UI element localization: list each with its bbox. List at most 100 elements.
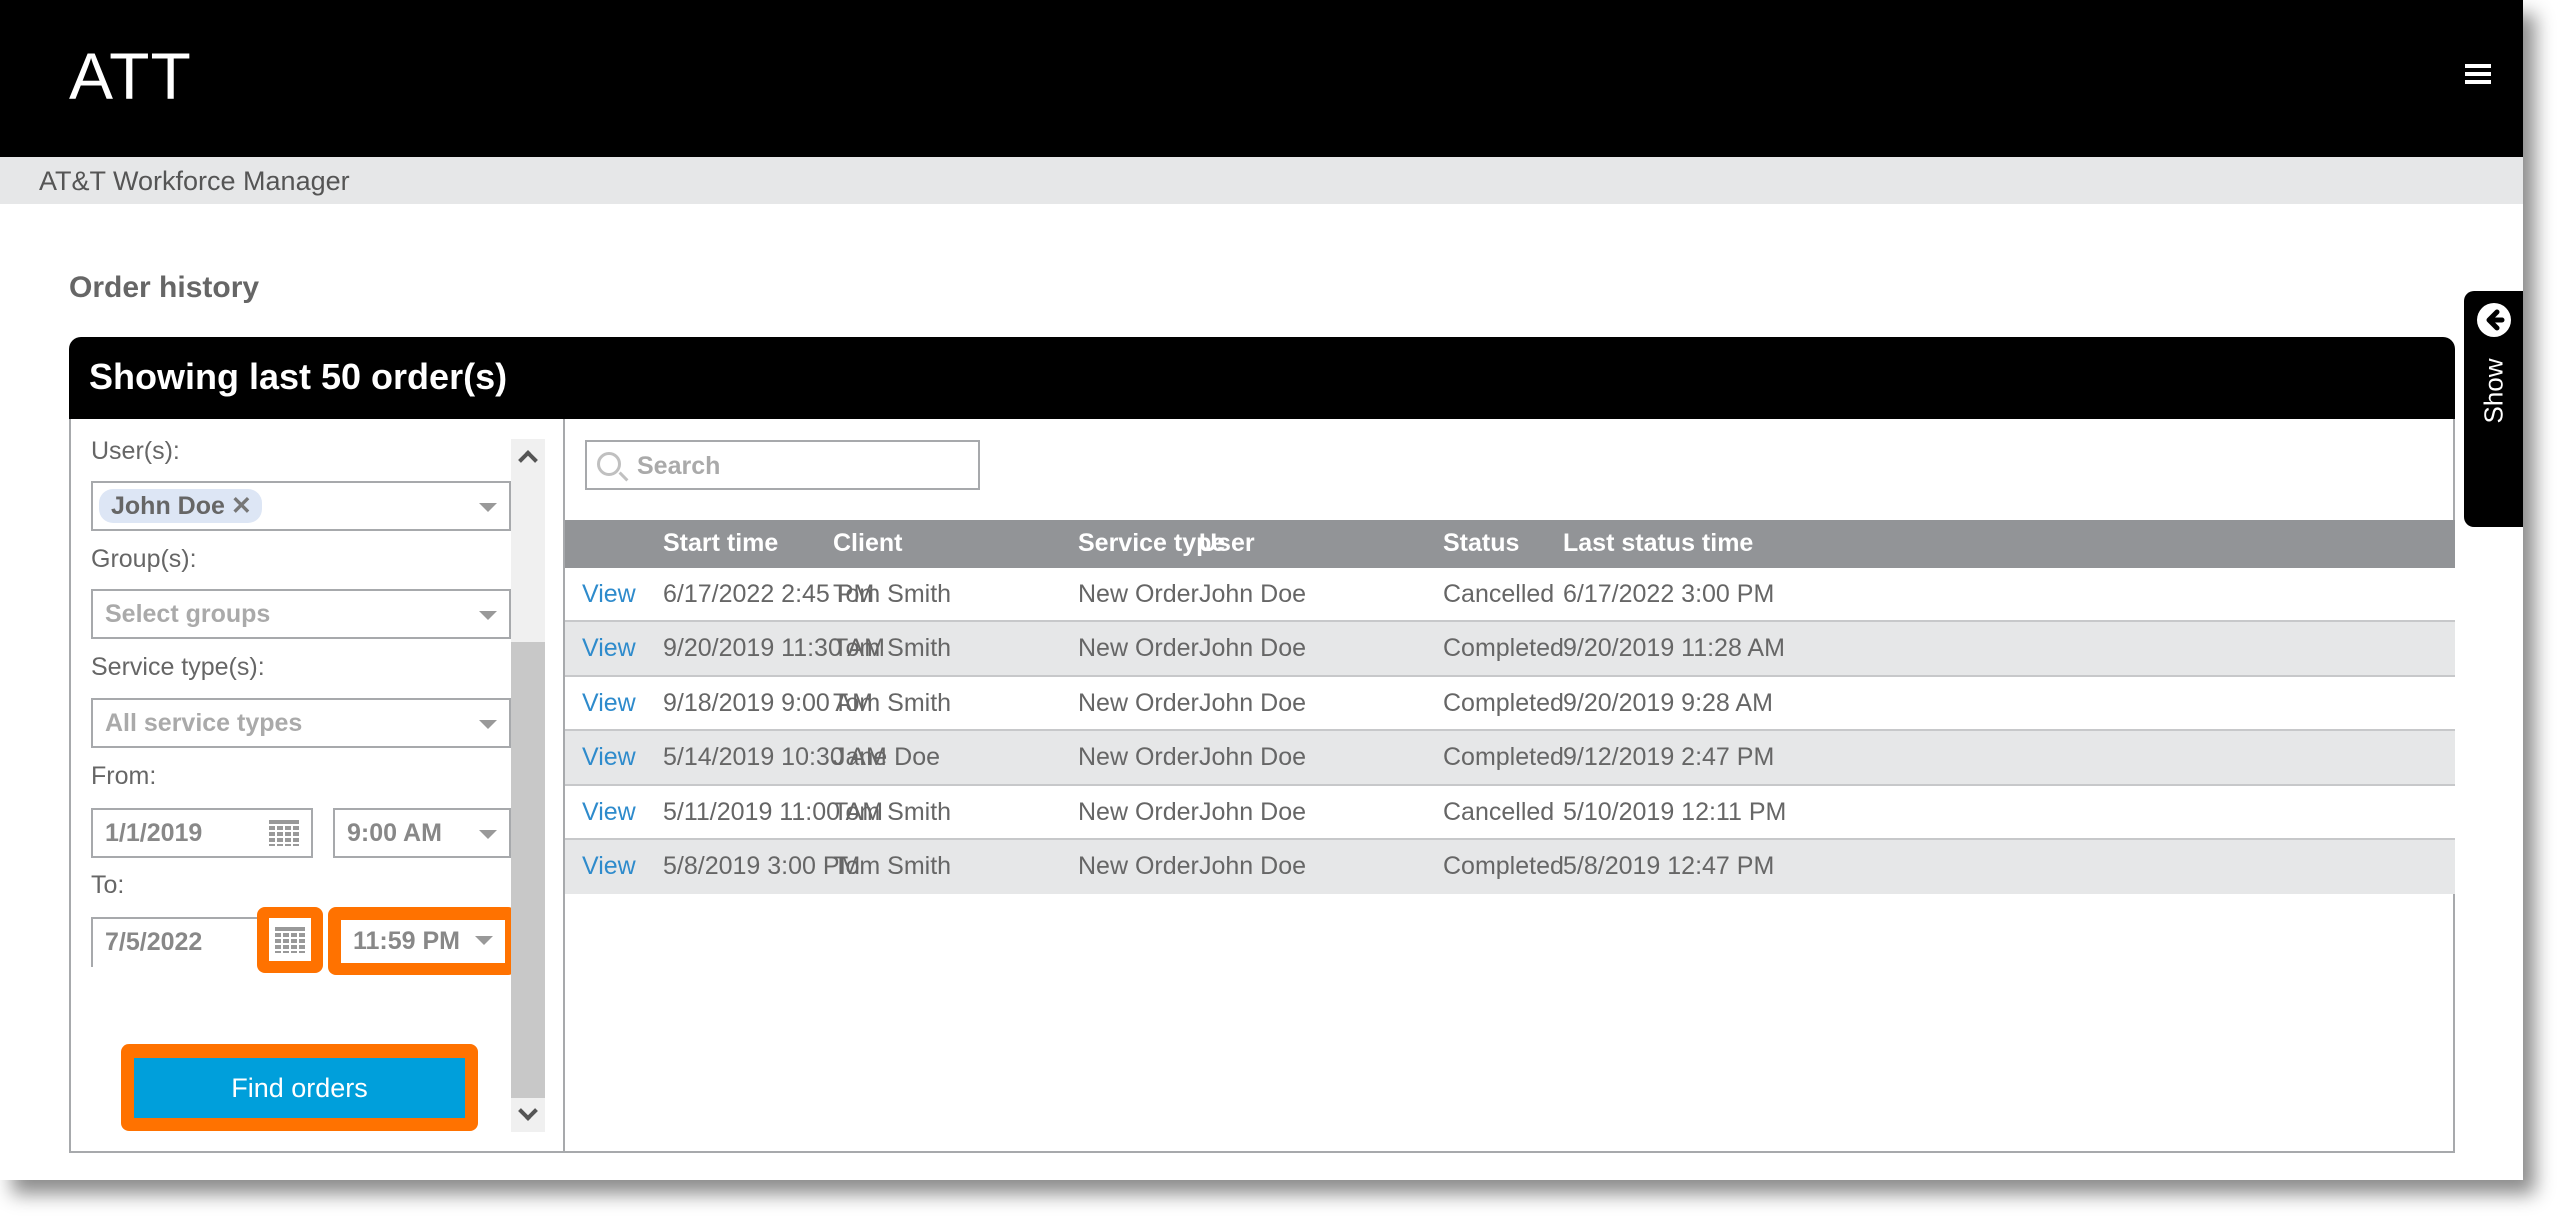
- column-header-status[interactable]: Status: [1443, 529, 1519, 558]
- cell-user: John Doe: [1199, 580, 1307, 608]
- view-link[interactable]: View: [582, 743, 636, 772]
- brand-logo: ATT: [69, 39, 192, 113]
- table-header: Start time Client Service type User Stat…: [565, 520, 2455, 568]
- filter-scrollbar[interactable]: [511, 439, 545, 1132]
- cell-client: Jane Doe: [833, 743, 941, 772]
- table-row: View 6/17/2022 2:45 PM Tom Smith New Order J…: [565, 568, 2455, 623]
- filter-panel: User(s): John Doe ✕ Group(s): Select gro…: [71, 419, 565, 1151]
- show-panel-tab[interactable]: Show: [2464, 291, 2523, 527]
- view-link[interactable]: View: [582, 852, 636, 881]
- cell-service-type: New Order: [1078, 634, 1199, 663]
- users-select[interactable]: John Doe ✕: [91, 481, 511, 531]
- chevron-down-icon: [479, 503, 497, 512]
- card-title: Showing last 50 order(s): [89, 356, 508, 397]
- cell-service-type: New Order: [1078, 851, 1199, 880]
- page-title: Order history: [69, 271, 260, 304]
- calendar-icon[interactable]: [269, 820, 299, 846]
- cell-client: Tom Smith: [833, 580, 952, 608]
- chevron-down-icon: [479, 720, 497, 729]
- groups-select[interactable]: Select groups: [91, 589, 511, 639]
- cell-client: Tom Smith: [833, 851, 952, 880]
- chevron-down-icon: [479, 611, 497, 620]
- cell-service-type: New Order: [1078, 743, 1199, 772]
- cell-user: John Doe: [1199, 797, 1307, 826]
- column-header-last-status-time[interactable]: Last status time: [1563, 529, 1753, 558]
- table-body: View 6/17/2022 2:45 PM Tom Smith New Order J…: [565, 568, 2455, 895]
- app-name: AT&T Workforce Manager: [39, 166, 350, 196]
- cell-service-type: New Order: [1078, 580, 1199, 608]
- table-row: View 5/8/2019 3:00 PM Tom Smith New Order Jo…: [565, 839, 2455, 895]
- close-icon[interactable]: ✕: [231, 492, 252, 520]
- cell-service-type: New Order: [1078, 688, 1199, 717]
- from-time-select[interactable]: 9:00 AM: [333, 808, 511, 858]
- cell-status: Completed: [1443, 851, 1564, 880]
- from-date-input[interactable]: 1/1/2019: [91, 808, 313, 858]
- cell-last-status-time: 5/8/2019 12:47 PM: [1563, 851, 1775, 880]
- column-header-user[interactable]: User: [1199, 529, 1255, 558]
- card-body: User(s): John Doe ✕ Group(s): Select gro…: [69, 419, 2455, 1153]
- cell-status: Cancelled: [1443, 797, 1555, 826]
- from-date-value: 1/1/2019: [105, 819, 203, 847]
- search-input[interactable]: [637, 448, 967, 484]
- calendar-icon[interactable]: [275, 927, 305, 953]
- table-row: View 5/11/2019 11:00 AM Tom Smith New Order…: [565, 785, 2455, 840]
- cell-last-status-time: 6/17/2022 3:00 PM: [1563, 580, 1775, 608]
- show-label: Show: [2478, 358, 2509, 424]
- cell-status: Cancelled: [1443, 580, 1555, 608]
- groups-placeholder: Select groups: [105, 600, 271, 628]
- chevron-down-icon: [518, 1101, 538, 1121]
- service-types-label: Service type(s):: [91, 653, 265, 681]
- cell-client: Tom Smith: [833, 797, 952, 826]
- to-calendar-button[interactable]: [269, 918, 311, 961]
- order-history-card: Showing last 50 order(s) User(s): John D…: [69, 337, 2455, 1153]
- cell-client: Tom Smith: [833, 634, 952, 663]
- cell-status: Completed: [1443, 743, 1564, 772]
- cell-last-status-time: 9/12/2019 2:47 PM: [1563, 743, 1775, 772]
- view-link[interactable]: View: [582, 798, 636, 827]
- chevron-up-icon: [518, 450, 538, 470]
- cell-last-status-time: 5/10/2019 12:11 PM: [1563, 797, 1787, 826]
- service-types-placeholder: All service types: [105, 709, 303, 737]
- to-date-value: 7/5/2022: [105, 928, 203, 956]
- chevron-down-icon: [475, 936, 493, 945]
- cell-user: John Doe: [1199, 634, 1307, 663]
- view-link[interactable]: View: [582, 634, 636, 663]
- column-header-client[interactable]: Client: [833, 529, 902, 558]
- column-header-start-time[interactable]: Start time: [663, 529, 778, 558]
- service-types-select[interactable]: All service types: [91, 698, 511, 748]
- cell-last-status-time: 9/20/2019 11:28 AM: [1563, 634, 1785, 663]
- user-chip-label: John Doe: [111, 492, 225, 520]
- search-field[interactable]: [585, 440, 980, 490]
- scroll-up-button[interactable]: [511, 439, 545, 473]
- arrow-left-circle-icon: [2477, 303, 2511, 337]
- orders-table: Start time Client Service type User Stat…: [565, 520, 2455, 895]
- from-time-value: 9:00 AM: [347, 819, 442, 847]
- table-row: View 9/18/2019 9:00 AM Tom Smith New Order J…: [565, 676, 2455, 732]
- cell-client: Tom Smith: [833, 688, 952, 717]
- app-subheader: AT&T Workforce Manager: [0, 157, 2523, 204]
- hamburger-menu-icon[interactable]: [2465, 64, 2491, 87]
- chevron-down-icon: [479, 830, 497, 839]
- cell-user: John Doe: [1199, 688, 1307, 717]
- scrollbar-thumb[interactable]: [511, 642, 545, 1098]
- cell-last-status-time: 9/20/2019 9:28 AM: [1563, 688, 1773, 717]
- cell-status: Completed: [1443, 688, 1564, 717]
- card-header: Showing last 50 order(s): [69, 337, 2455, 419]
- users-label: User(s):: [91, 437, 180, 465]
- top-header: ATT: [0, 0, 2523, 157]
- user-chip: John Doe ✕: [99, 489, 262, 523]
- groups-label: Group(s):: [91, 545, 197, 573]
- find-orders-button[interactable]: Find orders: [134, 1058, 465, 1118]
- cell-start-time: 5/8/2019 3:00 PM: [663, 851, 861, 880]
- results-panel: Start time Client Service type User Stat…: [565, 419, 2455, 1151]
- app-window: ATT AT&T Workforce Manager Order history…: [0, 0, 2523, 1180]
- search-icon: [597, 452, 621, 476]
- cell-status: Completed: [1443, 634, 1564, 663]
- cell-service-type: New Order: [1078, 797, 1199, 826]
- scroll-down-button[interactable]: [511, 1098, 545, 1132]
- cell-user: John Doe: [1199, 743, 1307, 772]
- table-row: View 5/14/2019 10:30 AM Jane Doe New Order J…: [565, 731, 2455, 786]
- to-time-select[interactable]: 11:59 PM: [341, 920, 505, 963]
- view-link[interactable]: View: [582, 689, 636, 718]
- view-link[interactable]: View: [582, 580, 636, 609]
